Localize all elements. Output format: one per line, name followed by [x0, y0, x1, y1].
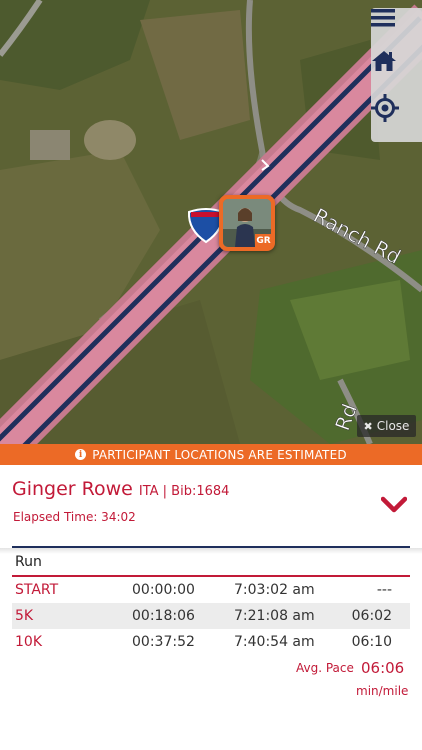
split-label: 5K — [15, 608, 34, 624]
close-label: Close — [376, 419, 410, 433]
split-pace: 06:10 — [351, 634, 392, 650]
home-button[interactable] — [371, 50, 422, 90]
info-icon: i — [75, 449, 87, 460]
avg-pace-unit: min/mile — [356, 684, 409, 698]
split-clock: 7:21:08 am — [234, 608, 315, 624]
locate-button[interactable] — [371, 94, 422, 134]
chevron-down-icon — [380, 496, 408, 513]
participant-header: Ginger Rowe ITA | Bib:1684 — [12, 478, 229, 500]
split-label: START — [15, 582, 59, 598]
elapsed-time: Elapsed Time: 34:02 — [13, 510, 136, 524]
split-pace: --- — [376, 582, 392, 598]
divider-shadow — [0, 548, 422, 554]
avg-pace-label: Avg. Pace — [296, 661, 354, 675]
avg-pace-value: 06:06 — [361, 659, 405, 677]
participant-meta: ITA | Bib:1684 — [138, 484, 230, 499]
satellite-map[interactable]: Ranch Rd Rd GR ✖ Close — [0, 0, 422, 444]
split-clock: 7:03:02 am — [234, 582, 315, 598]
map-imagery: Ranch Rd Rd — [0, 0, 422, 444]
map-controls — [371, 8, 422, 142]
close-button[interactable]: ✖ Close — [357, 415, 416, 437]
home-icon — [372, 51, 396, 71]
split-row: 10K 00:37:52 7:40:54 am 06:10 — [12, 629, 410, 655]
participant-marker[interactable]: GR — [219, 195, 275, 251]
split-label: 10K — [15, 634, 42, 650]
marker-initials-badge: GR — [255, 234, 272, 248]
collapse-button[interactable] — [380, 496, 408, 516]
locate-icon — [371, 94, 399, 122]
split-time: 00:00:00 — [132, 582, 195, 598]
split-clock: 7:40:54 am — [234, 634, 315, 650]
banner-text: PARTICIPANT LOCATIONS ARE ESTIMATED — [92, 447, 347, 462]
split-time: 00:37:52 — [132, 634, 195, 650]
split-time: 00:18:06 — [132, 608, 195, 624]
close-icon: ✖ — [363, 419, 373, 433]
participant-name: Ginger Rowe — [12, 478, 133, 500]
split-row: START 00:00:00 7:03:02 am --- — [12, 577, 410, 603]
split-pace: 06:02 — [351, 608, 392, 624]
menu-icon — [371, 9, 395, 27]
split-row: 5K 00:18:06 7:21:08 am 06:02 — [12, 603, 410, 629]
menu-button[interactable] — [371, 8, 422, 48]
event-label: Run — [15, 554, 42, 570]
estimate-banner: i PARTICIPANT LOCATIONS ARE ESTIMATED — [0, 444, 422, 465]
